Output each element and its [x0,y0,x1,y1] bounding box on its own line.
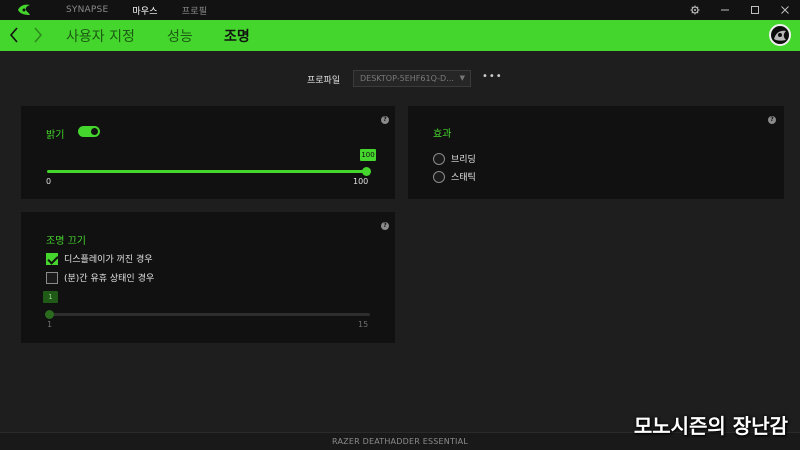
effect-title: 효과 [433,129,452,140]
brightness-panel: ? 밝기 100 0 100 [21,106,395,199]
settings-gear-icon[interactable] [680,0,710,20]
effect-option-static[interactable]: 스태틱 [433,170,476,183]
profile-row: 프로파일 DESKTOP-5EHF61Q-D... ▼ ••• [0,70,800,88]
razer-synapse-window: SYNAPSE 마우스 프로필 사용자 지정 성능 조명 프로파일 DESKTO… [0,0,800,450]
window-controls [680,0,800,20]
idle-checkbox[interactable] [46,271,58,284]
profile-label: 프로파일 [307,76,341,86]
profile-selected-value: DESKTOP-5EHF61Q-D... [360,74,454,83]
profile-dropdown[interactable]: DESKTOP-5EHF61Q-D... ▼ [353,70,471,87]
help-icon[interactable]: ? [768,116,776,124]
back-arrow-icon[interactable] [8,26,20,44]
brightness-slider-thumb[interactable] [362,167,371,176]
forward-arrow-icon[interactable] [32,26,44,44]
idle-min-label: 1 [47,320,53,329]
section-header: 사용자 지정 성능 조명 [0,20,800,51]
brightness-max-label: 100 [353,177,369,186]
brightness-slider-track[interactable] [47,170,367,173]
tab-lighting[interactable]: 조명 [224,26,250,46]
nav-synapse[interactable]: SYNAPSE [66,5,108,15]
nav-mouse[interactable]: 마우스 [132,4,157,17]
idle-max-label: 15 [358,320,369,329]
watermark-text: 모노시즌의 장난감 [633,414,788,438]
display-off-option[interactable]: 디스플레이가 꺼진 경우 [46,252,153,265]
effect-panel: ? 효과 브리딩 스태틱 [408,106,784,199]
brightness-title: 밝기 [46,130,65,141]
lighting-off-title: 조명 끄기 [46,236,86,247]
idle-slider-track[interactable] [47,313,370,316]
razer-logo-icon [18,4,30,15]
tab-performance[interactable]: 성능 [167,26,193,46]
radio-static[interactable] [433,170,445,183]
minimize-icon[interactable] [710,0,740,20]
lighting-off-panel: ? 조명 끄기 디스플레이가 꺼진 경우 (분)간 유휴 상태인 경우 1 1 … [21,212,395,343]
help-icon[interactable]: ? [381,222,389,230]
chevron-down-icon: ▼ [459,74,465,82]
more-options-icon[interactable]: ••• [482,71,503,82]
effect-option-breathing[interactable]: 브리딩 [433,152,476,165]
help-icon[interactable]: ? [381,116,389,124]
maximize-icon[interactable] [740,0,770,20]
radio-breathing[interactable] [433,152,445,165]
close-icon[interactable] [770,0,800,20]
nav-profile[interactable]: 프로필 [182,4,207,17]
tab-customize[interactable]: 사용자 지정 [66,26,135,46]
brightness-slider-tooltip: 100 [360,149,376,161]
title-bar: SYNAPSE 마우스 프로필 [0,0,800,20]
top-nav: SYNAPSE 마우스 프로필 [66,0,231,20]
idle-slider-thumb[interactable] [45,310,54,319]
brightness-toggle[interactable] [78,126,100,137]
idle-slider-tooltip: 1 [43,291,58,303]
display-off-checkbox[interactable] [46,252,58,265]
avatar[interactable] [769,24,791,46]
idle-option[interactable]: (분)간 유휴 상태인 경우 [46,271,154,284]
brightness-min-label: 0 [46,177,52,186]
